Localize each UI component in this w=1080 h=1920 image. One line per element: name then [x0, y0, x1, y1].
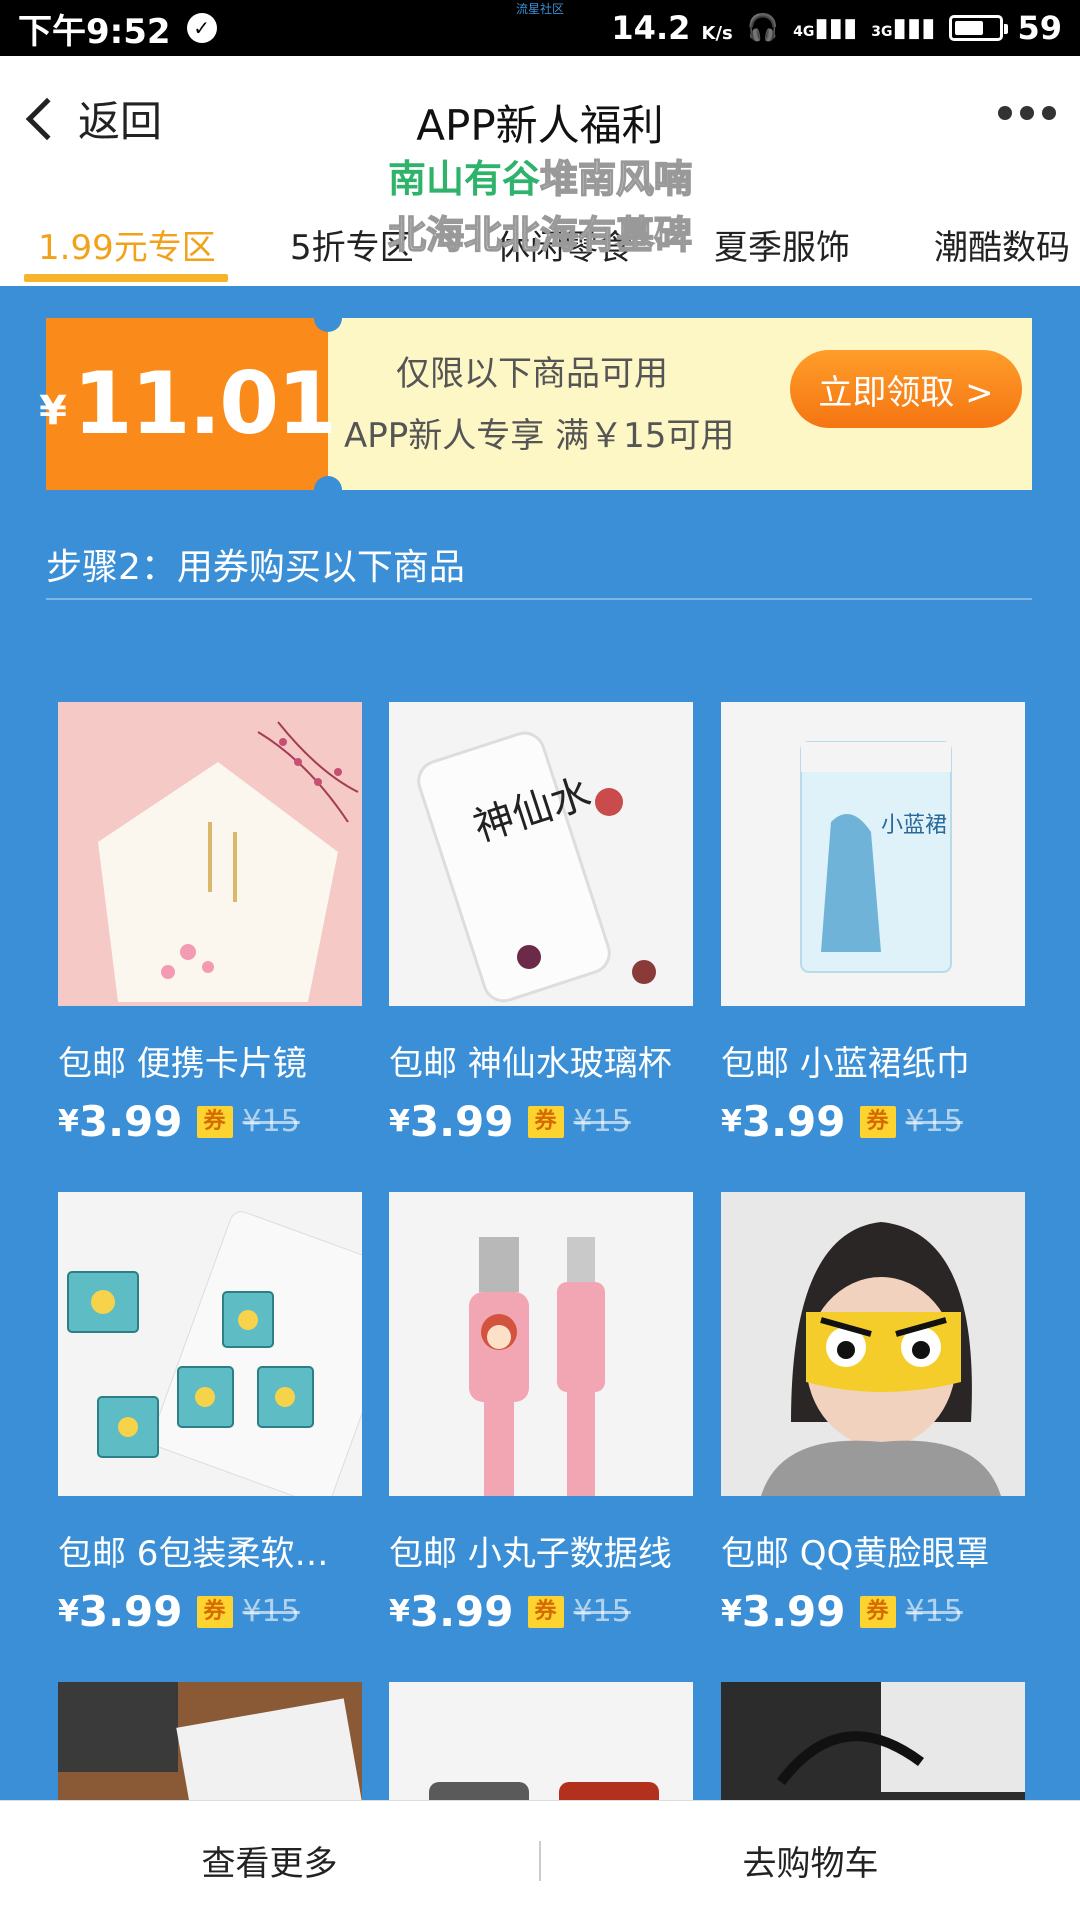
tab-summer-clothing[interactable]: 夏季服饰 — [714, 220, 850, 269]
product-name: 包邮 便携卡片镜 — [58, 1044, 307, 1084]
product-card[interactable]: 包邮 QQ黄脸眼罩 ¥ 3.99 券 ¥15 — [721, 1192, 1025, 1636]
go-to-cart-button[interactable]: 去购物车 — [541, 1836, 1080, 1885]
product-image-eye-mask[interactable] — [721, 1192, 1025, 1496]
original-price: ¥15 — [905, 1104, 963, 1139]
product-image-card-mirror[interactable] — [58, 702, 362, 1006]
price-currency: ¥ — [58, 1104, 79, 1139]
dot-icon — [998, 106, 1012, 120]
page-title: APP新人福利 — [416, 101, 664, 150]
signal-4g-icon: 4G▮▮▮ — [793, 13, 858, 43]
tab-1-99[interactable]: 1.99元专区 — [38, 220, 216, 269]
step-title: 步骤2：用券购买以下商品 — [46, 547, 465, 588]
headphones-icon: 🎧 — [746, 13, 780, 43]
coupon-serrated-edge — [1030, 318, 1040, 490]
original-price: ¥15 — [242, 1104, 300, 1139]
coupon-card: ¥ 11.01 仅限以下商品可用 APP新人专享 满￥15可用 立即领取 > — [39, 304, 1040, 504]
coupon-badge: 券 — [527, 1105, 564, 1138]
tissue-pack-label: 小蓝裙 — [881, 813, 947, 838]
original-price: ¥15 — [905, 1594, 963, 1629]
coupon-amount: 11.01 — [72, 354, 337, 454]
product-price: 3.99 — [78, 1097, 183, 1146]
header: 返回 APP新人福利 1.99元专区 5折专区 休闲零食 夏季服饰 潮酷数码 南… — [0, 56, 1080, 286]
product-price: 3.99 — [741, 1587, 846, 1636]
tab-snacks[interactable]: 休闲零食 — [496, 220, 632, 269]
coupon-restriction: 仅限以下商品可用 — [396, 354, 668, 394]
product-price: 3.99 — [409, 1097, 514, 1146]
status-center-label: 流星社区 — [515, 2, 564, 16]
product-image-tissue-pack[interactable]: 小蓝裙 — [721, 702, 1025, 1006]
original-price: ¥15 — [573, 1594, 631, 1629]
signal-3g-icon: 3G▮▮▮ — [871, 13, 936, 43]
bottom-bar: 查看更多 去购物车 — [0, 1800, 1080, 1920]
dot-icon — [1042, 106, 1056, 120]
product-price: 3.99 — [741, 1097, 846, 1146]
more-options-button[interactable] — [998, 106, 1056, 120]
coupon-condition: APP新人专享 满￥15可用 — [344, 416, 735, 456]
coupon-badge: 券 — [859, 1105, 896, 1138]
watermark-line1: 南山有谷堆南风喃 — [387, 156, 693, 202]
coupon-badge: 券 — [527, 1595, 564, 1628]
active-tab-indicator — [24, 274, 228, 282]
coupon-badge: 券 — [859, 1595, 896, 1628]
product-name: 包邮 小蓝裙纸巾 — [721, 1044, 970, 1084]
original-price: ¥15 — [242, 1594, 300, 1629]
claim-coupon-button[interactable]: 立即领取 > — [790, 350, 1022, 428]
price-currency: ¥ — [58, 1594, 79, 1629]
tab-half-price[interactable]: 5折专区 — [290, 220, 414, 269]
product-card[interactable]: 小蓝裙 包邮 小蓝裙纸巾 ¥ 3.99 券 ¥15 — [721, 702, 1025, 1146]
coupon-badge: 券 — [196, 1105, 233, 1138]
product-image-glass-cup[interactable]: 神仙水 — [389, 702, 693, 1006]
coupon-currency: ¥ — [39, 388, 67, 434]
price-currency: ¥ — [389, 1104, 410, 1139]
product-name: 包邮 小丸子数据线 — [389, 1534, 672, 1574]
battery-icon — [949, 15, 1009, 41]
coupon-value: ¥ 11.01 — [39, 318, 337, 490]
coupon-notch — [314, 304, 342, 332]
product-price-row: ¥ 3.99 券 ¥15 — [58, 1097, 362, 1146]
original-price: ¥15 — [573, 1104, 631, 1139]
view-more-button[interactable]: 查看更多 — [0, 1836, 539, 1885]
product-card[interactable]: 包邮 6包装柔软纸… ¥ 3.99 券 ¥15 — [58, 1192, 362, 1636]
product-card[interactable]: 包邮 小丸子数据线 ¥ 3.99 券 ¥15 — [389, 1192, 693, 1636]
product-card[interactable]: 包邮 便携卡片镜 ¥ 3.99 券 ¥15 — [58, 702, 362, 1146]
product-price-row: ¥ 3.99 券 ¥15 — [721, 1097, 1025, 1146]
status-bar: 下午9:52 ✓ 流星社区 14.2 K/s 🎧 4G▮▮▮ 3G▮▮▮ 59 — [0, 0, 1080, 56]
divider — [46, 598, 1032, 600]
product-name: 包邮 神仙水玻璃杯 — [389, 1044, 672, 1084]
product-name: 包邮 6包装柔软纸… — [58, 1534, 362, 1574]
price-currency: ¥ — [721, 1594, 742, 1629]
product-price-row: ¥ 3.99 券 ¥15 — [389, 1587, 693, 1636]
product-price-row: ¥ 3.99 券 ¥15 — [58, 1587, 362, 1636]
coupon-notch — [314, 476, 342, 504]
product-price: 3.99 — [409, 1587, 514, 1636]
product-price: 3.99 — [78, 1587, 183, 1636]
product-card[interactable]: 神仙水 包邮 神仙水玻璃杯 ¥ 3.99 券 ¥15 — [389, 702, 693, 1146]
price-currency: ¥ — [389, 1594, 410, 1629]
product-image-data-cable[interactable] — [389, 1192, 693, 1496]
product-price-row: ¥ 3.99 券 ¥15 — [721, 1587, 1025, 1636]
coupon-badge: 券 — [196, 1595, 233, 1628]
notification-icon: ✓ — [186, 13, 217, 43]
product-image-mini-tissues[interactable] — [58, 1192, 362, 1496]
tab-digital[interactable]: 潮酷数码 — [934, 220, 1070, 269]
product-name: 包邮 QQ黄脸眼罩 — [721, 1534, 990, 1574]
dot-icon — [1020, 106, 1034, 120]
price-currency: ¥ — [721, 1104, 742, 1139]
product-price-row: ¥ 3.99 券 ¥15 — [389, 1097, 693, 1146]
